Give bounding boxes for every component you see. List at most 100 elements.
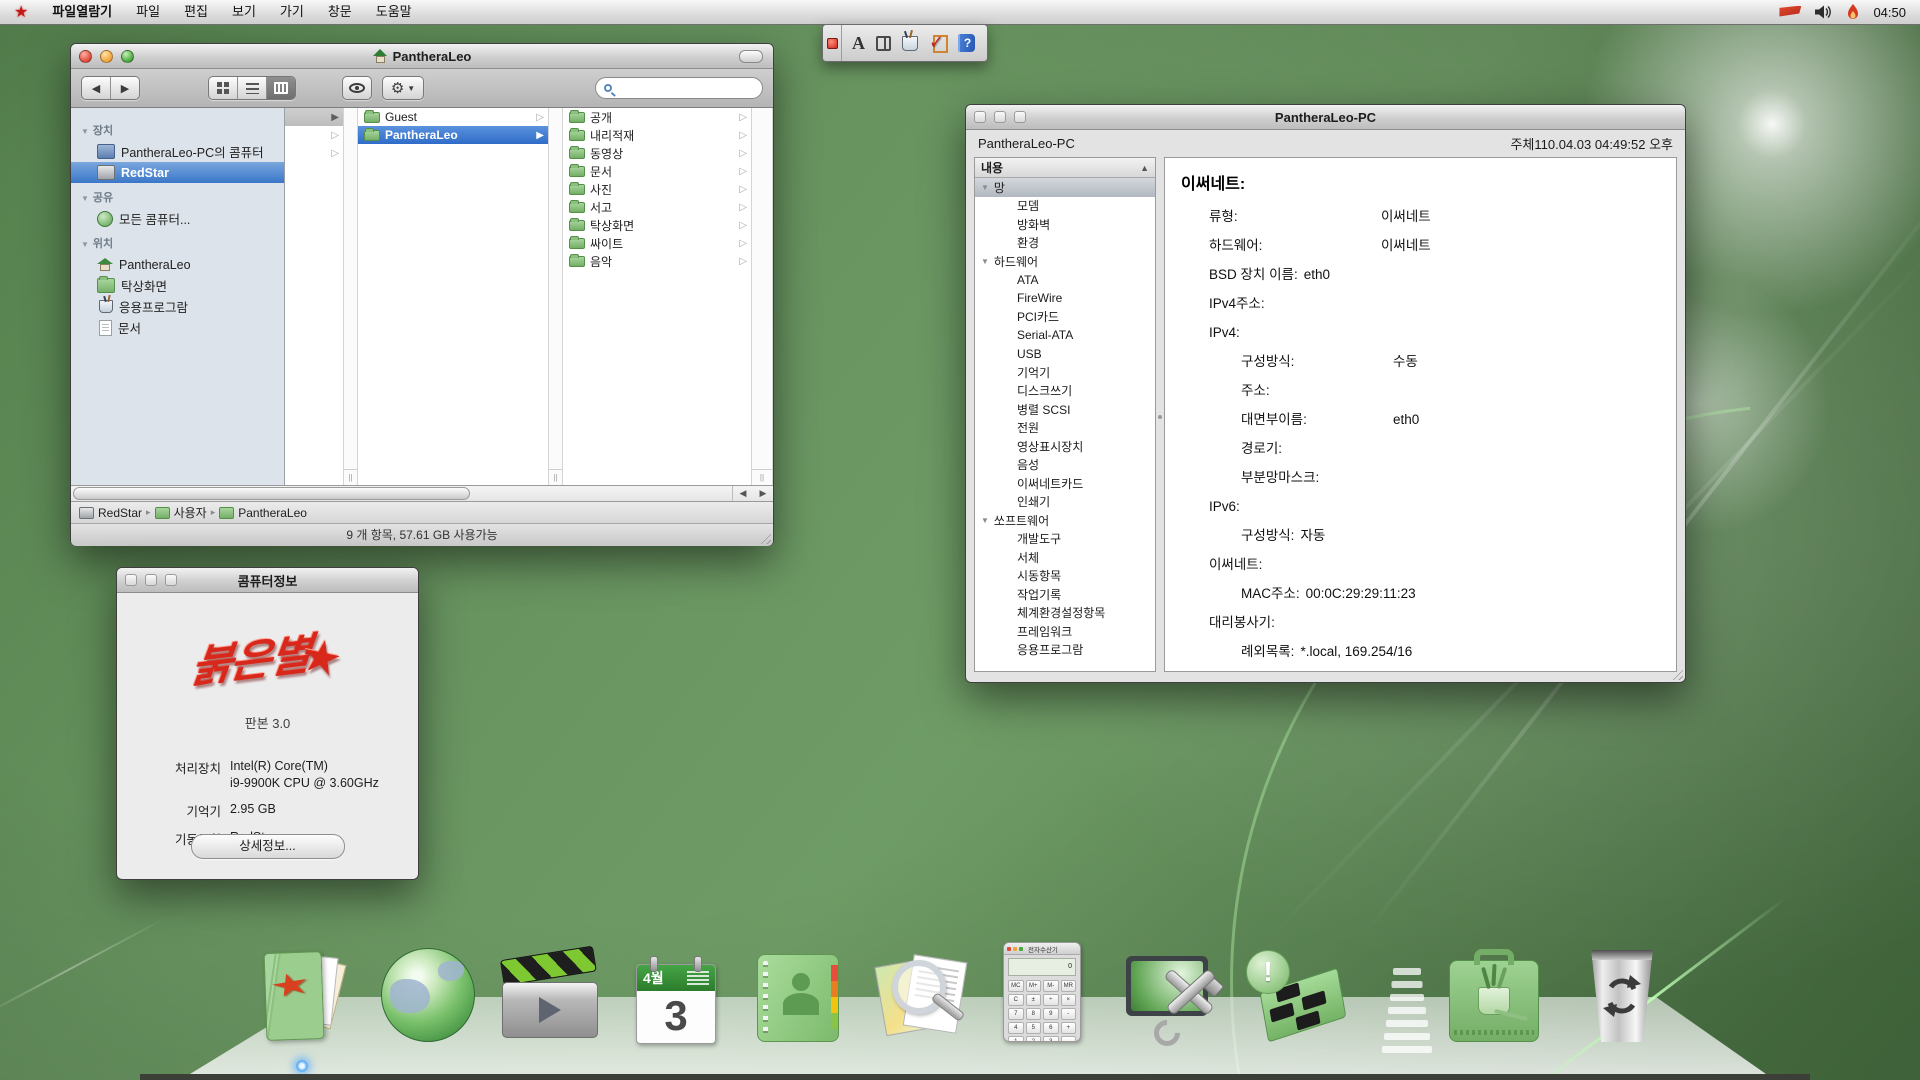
folder-public[interactable]: 공개▷ xyxy=(563,108,751,126)
resize-grip[interactable] xyxy=(758,531,771,544)
sidebar-item-computer[interactable]: PantheraLeo-PC의 콤퓨터 xyxy=(71,141,284,162)
tree-item-preference-panes[interactable]: 체계환경설정항목 xyxy=(975,604,1155,623)
dock-item-media-player[interactable] xyxy=(500,940,600,1042)
tree-header[interactable]: 내용▲ xyxy=(975,158,1155,178)
search-input[interactable] xyxy=(617,80,754,96)
check-tool-icon[interactable]: ✓ xyxy=(929,34,947,52)
close-button[interactable] xyxy=(79,50,92,63)
zoom-button[interactable] xyxy=(165,574,177,586)
tree-item-usb[interactable]: USB xyxy=(975,345,1155,364)
tree-item-printers[interactable]: 인쇄기 xyxy=(975,493,1155,512)
column-scrollbar[interactable]: || xyxy=(548,108,563,485)
sidebar-section-devices[interactable]: ▼장치 xyxy=(71,116,284,141)
sidebar-item-all-computers[interactable]: 모든 콤퓨터... xyxy=(71,208,284,229)
toolbar-toggle-pill[interactable] xyxy=(739,50,763,63)
tree-item-developer-tools[interactable]: 개발도구 xyxy=(975,530,1155,549)
palette-close-button[interactable] xyxy=(827,38,838,49)
tree-item-locations[interactable]: 환경 xyxy=(975,234,1155,253)
column-scrollbar[interactable]: || xyxy=(343,108,358,485)
view-columns-button[interactable] xyxy=(267,77,295,99)
column1-row[interactable]: ▷ xyxy=(285,126,343,144)
folder-desktop[interactable]: 탁상화면▷ xyxy=(563,216,751,234)
close-button[interactable] xyxy=(125,574,137,586)
tree-item-hardware[interactable]: ▼하드웨어 xyxy=(975,252,1155,271)
profiler-content-pane[interactable]: 이써네트: 류형:이써네트 하드웨어:이써네트 BSD 장치 이름:eth0 I… xyxy=(1164,157,1677,672)
sidebar-section-shared[interactable]: ▼공유 xyxy=(71,183,284,208)
folder-pictures[interactable]: 사진▷ xyxy=(563,180,751,198)
tree-item-modem[interactable]: 모뎀 xyxy=(975,197,1155,216)
tree-item-memory[interactable]: 기억기 xyxy=(975,363,1155,382)
tree-item-ethernet-cards[interactable]: 이써네트카드 xyxy=(975,474,1155,493)
dock-item-document-viewer[interactable] xyxy=(872,940,972,1042)
details-button[interactable]: 상세정보... xyxy=(191,834,345,859)
disclosure-triangle-icon[interactable]: ▼ xyxy=(981,183,989,192)
menu-go[interactable]: 가기 xyxy=(268,0,316,24)
tools-cup-icon[interactable] xyxy=(902,36,918,51)
disclosure-triangle-icon[interactable]: ▼ xyxy=(981,257,989,266)
torch-icon[interactable] xyxy=(1847,4,1859,20)
splitter-handle[interactable] xyxy=(1156,157,1164,672)
folder-sites[interactable]: 싸이트▷ xyxy=(563,234,751,252)
column-resize-handle[interactable]: || xyxy=(344,469,357,485)
tree-item-applications[interactable]: 응용프로그람 xyxy=(975,641,1155,660)
search-field[interactable] xyxy=(595,77,763,99)
tree-item-ata[interactable]: ATA xyxy=(975,271,1155,290)
tree-item-firewall[interactable]: 방화벽 xyxy=(975,215,1155,234)
list-item-pantheraleo[interactable]: PantheraLeo▶ xyxy=(358,126,548,144)
dock-item-memory-checker[interactable]: ! xyxy=(1246,940,1346,1042)
scrollbar-thumb[interactable] xyxy=(73,487,470,500)
tree-item-disc-burning[interactable]: 디스크쓰기 xyxy=(975,382,1155,401)
tree-item-graphics-displays[interactable]: 영상표시장치 xyxy=(975,437,1155,456)
folder-documents[interactable]: 문서▷ xyxy=(563,162,751,180)
scrollbar-arrows[interactable]: ◀▶ xyxy=(732,486,773,501)
dock-item-applications-folder[interactable] xyxy=(1444,940,1544,1042)
menu-file-browser[interactable]: 파일열람기 xyxy=(40,0,124,24)
actions-button[interactable]: ⚙▼ xyxy=(382,76,424,100)
breadcrumb-users[interactable]: 사용자 xyxy=(174,504,207,521)
breadcrumb-home[interactable]: PantheraLeo xyxy=(238,506,307,520)
close-button[interactable] xyxy=(974,111,986,123)
about-titlebar[interactable]: 콤퓨터정보 xyxy=(117,568,418,593)
sidebar-item-documents[interactable]: 문서 xyxy=(71,317,284,338)
disclosure-triangle-icon[interactable]: ▼ xyxy=(981,516,989,525)
column-2[interactable]: Guest▷ PantheraLeo▶ xyxy=(358,108,548,485)
tree-item-serial-ata[interactable]: Serial-ATA xyxy=(975,326,1155,345)
dock-item-calendar[interactable]: 4월 3 xyxy=(625,940,725,1042)
tree-item-frameworks[interactable]: 프레임워크 xyxy=(975,622,1155,641)
zoom-button[interactable] xyxy=(121,50,134,63)
scroll-right-icon[interactable]: ▶ xyxy=(760,488,767,499)
tree-item-network[interactable]: ▼망 xyxy=(975,178,1155,197)
view-list-button[interactable] xyxy=(238,77,267,99)
folder-music[interactable]: 음악▷ xyxy=(563,252,751,270)
tree-item-power[interactable]: 전원 xyxy=(975,419,1155,438)
column1-row[interactable]: ▷ xyxy=(285,144,343,162)
help-book-icon[interactable]: ? xyxy=(958,34,975,52)
tree-item-firewire[interactable]: FireWire xyxy=(975,289,1155,308)
menu-window[interactable]: 창문 xyxy=(316,0,364,24)
sidebar-section-places[interactable]: ▼위치 xyxy=(71,229,284,254)
column-resize-handle[interactable]: || xyxy=(752,469,772,485)
volume-icon[interactable] xyxy=(1815,5,1833,19)
flag-icon[interactable] xyxy=(1779,6,1801,19)
column-3[interactable]: 공개▷ 내리적재▷ 동영상▷ 문서▷ 사진▷ 서고▷ 탁상화면▷ 싸이트▷ 음악… xyxy=(563,108,751,485)
file-manager-titlebar[interactable]: PantheraLeo xyxy=(71,44,773,69)
minimize-button[interactable] xyxy=(994,111,1006,123)
tree-item-audio[interactable]: 음성 xyxy=(975,456,1155,475)
profiler-titlebar[interactable]: PantheraLeo-PC xyxy=(966,105,1685,130)
column-1[interactable]: ▶ ▷ ▷ xyxy=(285,108,343,485)
column1-row[interactable]: ▶ xyxy=(285,108,343,126)
folder-library[interactable]: 서고▷ xyxy=(563,198,751,216)
sidebar-item-desktop[interactable]: 탁상화면 xyxy=(71,275,284,296)
column-scrollbar[interactable]: || xyxy=(751,108,773,485)
columns-tool-icon[interactable] xyxy=(876,36,891,51)
horizontal-scrollbar[interactable]: ◀▶ xyxy=(71,486,773,502)
minimize-button[interactable] xyxy=(145,574,157,586)
column-resize-handle[interactable]: || xyxy=(549,469,562,485)
menu-edit[interactable]: 편집 xyxy=(172,0,220,24)
sidebar-item-redstar[interactable]: RedStar xyxy=(71,162,284,183)
view-icons-button[interactable] xyxy=(209,77,238,99)
folder-downloads[interactable]: 내리적재▷ xyxy=(563,126,751,144)
dock-item-web-browser[interactable] xyxy=(378,940,478,1042)
tree-item-logs[interactable]: 작업기록 xyxy=(975,585,1155,604)
zoom-button[interactable] xyxy=(1014,111,1026,123)
